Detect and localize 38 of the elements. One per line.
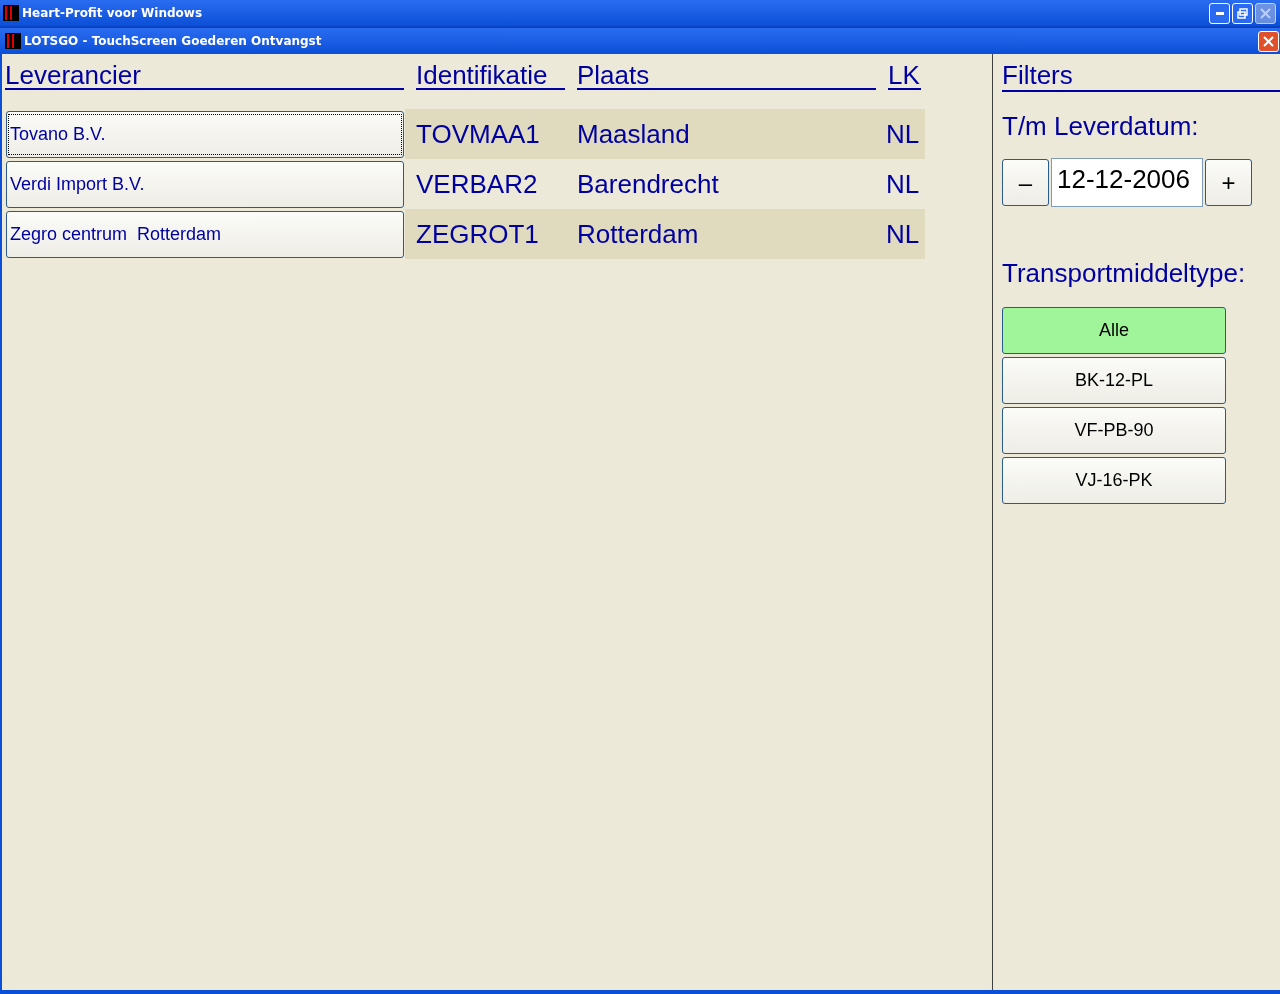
transport-option-button[interactable]: Alle xyxy=(1002,307,1226,354)
window-title: Heart-Profit voor Windows xyxy=(22,5,204,22)
table-cell-text: Rotterdam xyxy=(576,217,700,251)
restore-icon xyxy=(1237,7,1248,19)
decrement-button[interactable]: – xyxy=(1002,159,1049,206)
table-cell-text: Barendrecht xyxy=(576,167,720,201)
close-button[interactable] xyxy=(1258,30,1279,52)
supplier-button[interactable]: Tovano B.V. xyxy=(6,110,404,158)
date-label: T/m Leverdatum: xyxy=(1002,110,1200,142)
table-cell-text: ZEGROT1 xyxy=(415,217,540,251)
table-cell-text: TOVMAA1 xyxy=(415,117,541,151)
date-field[interactable]: 12-12-2006 xyxy=(1051,158,1203,207)
table-cell-text: NL xyxy=(885,117,920,151)
transport-option-button[interactable]: BK-12-PL xyxy=(1002,357,1226,404)
table-cell-text: NL xyxy=(885,167,920,201)
window-title: LOTSGO - TouchScreen Goederen Ontvangst xyxy=(24,33,323,50)
restore-button[interactable] xyxy=(1232,2,1253,24)
table-cell-text: Maasland xyxy=(576,117,691,151)
supplier-button[interactable]: Verdi Import B.V. xyxy=(6,160,404,208)
increment-button[interactable]: + xyxy=(1205,159,1252,206)
app-logo-icon xyxy=(3,5,19,21)
supplier-button[interactable]: Zegro centrum Rotterdam xyxy=(6,210,404,258)
panel-title: Filters xyxy=(1002,61,1280,92)
transport-option-button[interactable]: VJ-16-PK xyxy=(1002,457,1226,504)
column-header: Identifikatie xyxy=(416,61,565,90)
transport-option-button[interactable]: VF-PB-90 xyxy=(1002,407,1226,454)
transport-label: Transportmiddeltype: xyxy=(1002,257,1247,289)
column-header: Plaats xyxy=(577,61,876,90)
table-cell-text: NL xyxy=(885,217,920,251)
minimize-button[interactable] xyxy=(1209,2,1230,24)
app-logo-icon xyxy=(5,33,21,49)
close-icon xyxy=(1260,7,1271,19)
column-header: Leverancier xyxy=(5,61,404,90)
close-button[interactable] xyxy=(1255,2,1276,24)
minimize-icon xyxy=(1215,11,1224,15)
column-header: LK xyxy=(888,61,921,90)
close-icon xyxy=(1263,35,1274,47)
table-cell-text: VERBAR2 xyxy=(415,167,539,201)
